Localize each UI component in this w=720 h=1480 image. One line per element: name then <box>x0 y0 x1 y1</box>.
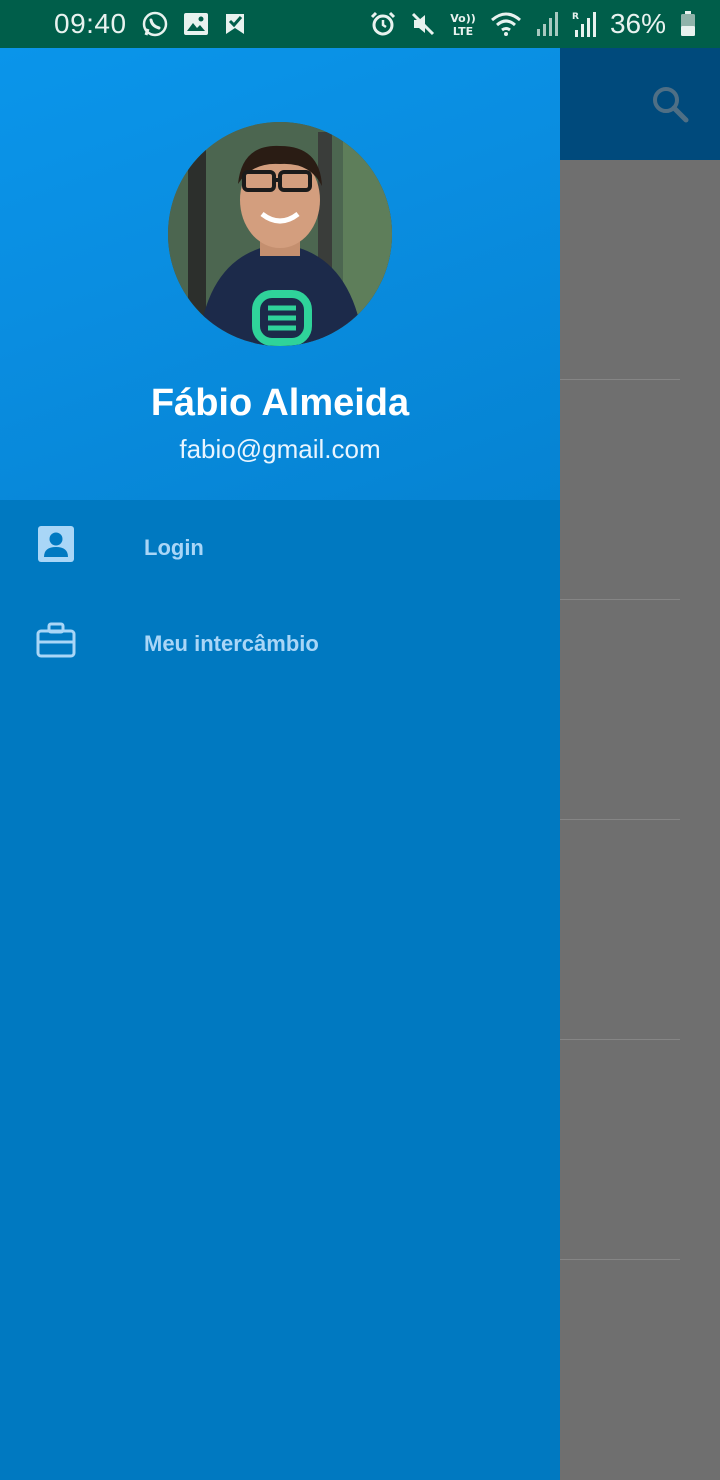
check-flag-icon <box>223 12 247 36</box>
svg-text:LTE: LTE <box>453 25 473 38</box>
roaming-signal-icon: R <box>572 10 596 38</box>
clock: 09:40 <box>54 8 127 39</box>
avatar-photo <box>168 122 392 346</box>
mute-icon <box>410 11 436 37</box>
drawer-menu: Login Meu intercâmbio <box>0 500 560 692</box>
whatsapp-icon <box>141 10 169 38</box>
svg-text:R: R <box>572 12 579 22</box>
briefcase-icon <box>36 620 76 660</box>
status-bar-right: Vo)) LTE R 36% <box>370 8 696 40</box>
account-box-icon <box>36 524 76 564</box>
menu-item-meu-intercambio[interactable]: Meu intercâmbio <box>0 596 560 692</box>
drawer-header: Fábio Almeida fabio@gmail.com <box>0 48 560 500</box>
battery-percent: 36% <box>609 8 666 39</box>
user-email: fabio@gmail.com <box>179 434 381 464</box>
navigation-drawer: Fábio Almeida fabio@gmail.com Login Meu … <box>0 48 560 1480</box>
svg-text:Vo)): Vo)) <box>450 12 476 25</box>
menu-item-label: Meu intercâmbio <box>144 631 319 656</box>
volte-icon: Vo)) LTE <box>450 10 476 38</box>
battery-icon <box>680 11 696 37</box>
gallery-icon <box>183 12 209 36</box>
alarm-icon <box>370 11 396 37</box>
avatar[interactable] <box>168 122 392 346</box>
menu-item-login[interactable]: Login <box>0 500 560 596</box>
status-bar: 09:40 Vo)) LTE R 36% <box>0 0 720 48</box>
status-bar-left: 09:40 <box>54 8 247 40</box>
menu-item-label: Login <box>144 535 204 560</box>
wifi-icon <box>490 11 522 37</box>
search-icon[interactable] <box>650 84 690 129</box>
signal-icon <box>536 11 558 37</box>
user-name: Fábio Almeida <box>150 382 410 424</box>
